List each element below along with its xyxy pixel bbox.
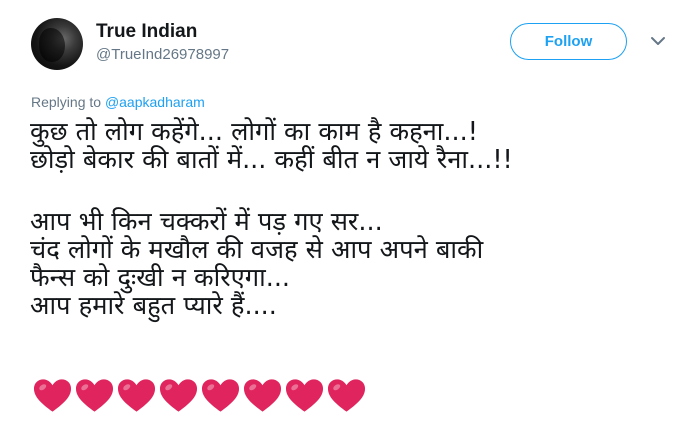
- heart-icon: [33, 379, 72, 412]
- tweet-line: छोड़ो बेकार की बातों में... कहीं बीत न ज…: [30, 145, 513, 175]
- avatar[interactable]: [31, 18, 83, 70]
- heart-icon: [201, 379, 240, 412]
- heart-icon: [159, 379, 198, 412]
- chevron-down-icon[interactable]: [649, 34, 667, 48]
- heart-icon: [243, 379, 282, 412]
- display-name[interactable]: True Indian: [96, 21, 197, 43]
- tweet-line: फैन्स को दुःखी न करिएगा...: [30, 263, 291, 293]
- reply-mention-link[interactable]: @aapkadharam: [105, 94, 205, 110]
- avatar-silhouette: [39, 28, 65, 62]
- tweet-line: आप हमारे बहुत प्यारे हैं....: [30, 291, 277, 321]
- tweet-line: कुछ तो लोग कहेंगे... लोगों का काम है कहन…: [30, 117, 478, 147]
- heart-icon: [117, 379, 156, 412]
- tweet-text: कुछ तो लोग कहेंगे... लोगों का काम है कहन…: [30, 118, 513, 320]
- tweet-line: आप भी किन चक्करों में पड़ गए सर...: [30, 207, 383, 237]
- follow-button[interactable]: Follow: [510, 23, 627, 60]
- tweet-line: चंद लोगों के मखौल की वजह से आप अपने बाकी: [30, 235, 484, 265]
- hearts-row: [33, 378, 366, 416]
- heart-icon: [327, 379, 366, 412]
- user-handle[interactable]: @TrueInd26978997: [96, 46, 229, 63]
- heart-icon: [285, 379, 324, 412]
- replying-to: Replying to @aapkadharam: [31, 94, 205, 110]
- replying-to-label: Replying to: [31, 94, 105, 110]
- tweet-card: True Indian @TrueInd26978997 Follow Repl…: [0, 0, 700, 424]
- heart-icon: [75, 379, 114, 412]
